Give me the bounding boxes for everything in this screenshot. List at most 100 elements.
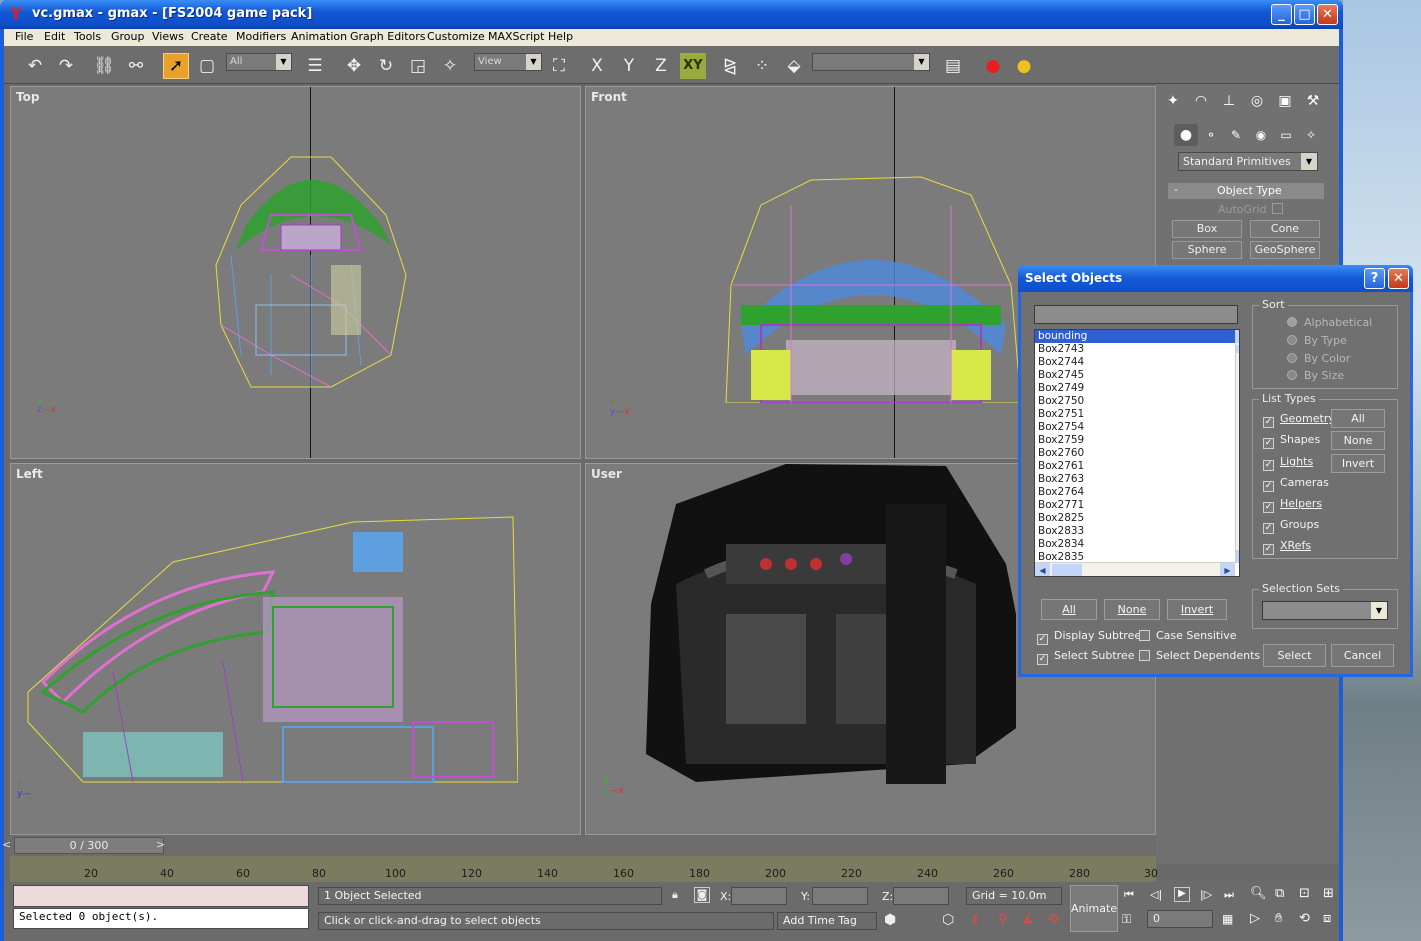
- menu-tools[interactable]: Tools: [74, 30, 101, 43]
- viewport-label-top[interactable]: Top: [16, 90, 39, 104]
- go-to-start-icon[interactable]: ⏮: [1124, 888, 1134, 902]
- menu-graph-editors[interactable]: Graph Editors: [350, 30, 426, 43]
- sphere-button[interactable]: Sphere: [1172, 241, 1242, 259]
- x-coord-input[interactable]: [731, 887, 787, 905]
- object-list-item[interactable]: bounding: [1035, 330, 1239, 343]
- title-bar[interactable]: Y vc.gmax - gmax - [FS2004 game pack] _ …: [0, 0, 1343, 29]
- sort-by-type-radio[interactable]: By Type: [1287, 334, 1347, 347]
- time-slider-next-icon[interactable]: >: [156, 838, 165, 851]
- modify-tab-icon[interactable]: ◠: [1189, 90, 1213, 112]
- groups-checkbox[interactable]: ✓ Groups: [1263, 518, 1319, 534]
- sort-alphabetical-radio[interactable]: Alphabetical: [1287, 316, 1372, 329]
- sort-by-color-radio[interactable]: By Color: [1287, 352, 1350, 365]
- menu-customize[interactable]: Customize: [427, 30, 485, 43]
- viewport-shading-icon[interactable]: ⬢: [884, 912, 896, 928]
- primitive-category-dropdown[interactable]: Standard Primitives ▼: [1178, 152, 1318, 171]
- mirror-icon[interactable]: ⧎: [717, 53, 743, 79]
- geosphere-button[interactable]: GeoSphere: [1250, 241, 1320, 259]
- list-invert-button[interactable]: Invert: [1167, 599, 1227, 620]
- dialog-help-button[interactable]: ?: [1364, 268, 1385, 289]
- key-filter-icon[interactable]: ⚷: [970, 912, 980, 927]
- previous-frame-icon[interactable]: ◁|: [1150, 888, 1162, 901]
- restrict-x-button[interactable]: X: [584, 53, 610, 79]
- maximize-viewport-icon[interactable]: ⧈: [1323, 911, 1331, 926]
- zoom-all-icon[interactable]: ⧉: [1275, 886, 1284, 901]
- zoom-extents-all-icon[interactable]: ⊞: [1323, 886, 1334, 901]
- absolute-mode-icon[interactable]: ◙: [694, 887, 710, 903]
- object-list-item[interactable]: Box2761: [1035, 460, 1239, 473]
- time-slider-track[interactable]: [10, 836, 1156, 856]
- list-all-button[interactable]: All: [1041, 599, 1097, 620]
- restrict-y-button[interactable]: Y: [616, 53, 642, 79]
- time-slider-prev-icon[interactable]: <: [2, 838, 11, 851]
- animate-button[interactable]: Animate: [1070, 885, 1118, 932]
- list-types-invert-button[interactable]: Invert: [1331, 454, 1385, 473]
- display-tab-icon[interactable]: ▣: [1273, 90, 1297, 112]
- time-config-icon[interactable]: ▦: [1222, 912, 1233, 926]
- display-subtree-checkbox[interactable]: ✓ Display Subtree: [1037, 629, 1141, 645]
- object-list-item[interactable]: Box2744: [1035, 356, 1239, 369]
- rectangular-selection-icon[interactable]: ▢: [194, 53, 220, 79]
- scroll-hthumb[interactable]: [1052, 564, 1082, 576]
- object-list-item[interactable]: Box2745: [1035, 369, 1239, 382]
- y-coord-input[interactable]: [812, 887, 868, 905]
- object-list-item[interactable]: Box2759: [1035, 434, 1239, 447]
- list-types-none-button[interactable]: None: [1331, 431, 1385, 450]
- object-list-item[interactable]: Box2833: [1035, 525, 1239, 538]
- list-none-button[interactable]: None: [1104, 599, 1160, 620]
- align-icon[interactable]: ⬙: [781, 53, 807, 79]
- track-bar[interactable]: 20 40 60 80 100 120 140 160 180 200 220 …: [10, 856, 1158, 882]
- restrict-z-button[interactable]: Z: [648, 53, 674, 79]
- unlink-selection-icon[interactable]: ⚯: [123, 53, 149, 79]
- viewport-label-left[interactable]: Left: [16, 467, 43, 481]
- scroll-left-icon[interactable]: ◀: [1035, 563, 1050, 576]
- dialog-close-button[interactable]: ✕: [1388, 268, 1409, 289]
- restrict-xy-button[interactable]: XY: [680, 53, 706, 79]
- layers-icon[interactable]: ▤: [940, 53, 966, 79]
- menu-animation[interactable]: Animation: [291, 30, 347, 43]
- reference-coordinate-dropdown[interactable]: View ▼: [474, 53, 542, 71]
- cone-button[interactable]: Cone: [1250, 220, 1320, 238]
- object-list-item[interactable]: Box2750: [1035, 395, 1239, 408]
- cameras-checkbox[interactable]: ✓ Cameras: [1263, 476, 1329, 492]
- select-and-rotate-icon[interactable]: ↻: [373, 53, 399, 79]
- angle-snap-icon[interactable]: ∡: [1022, 912, 1034, 927]
- object-list-horizontal-scrollbar[interactable]: ◀ ▶: [1035, 562, 1235, 576]
- dialog-title-bar[interactable]: Select Objects ? ✕: [1018, 265, 1413, 292]
- time-slider[interactable]: 0 / 300: [14, 837, 164, 854]
- object-list-item[interactable]: Box2754: [1035, 421, 1239, 434]
- lights-category-icon[interactable]: ✎: [1224, 124, 1248, 146]
- object-list-item[interactable]: Box2763: [1035, 473, 1239, 486]
- select-object-icon[interactable]: ➚: [163, 53, 189, 79]
- autogrid-checkbox[interactable]: [1272, 203, 1283, 214]
- create-tab-icon[interactable]: ✦: [1161, 90, 1185, 112]
- selection-sets-dropdown[interactable]: ▼: [1262, 601, 1388, 620]
- viewport-label-front[interactable]: Front: [591, 90, 627, 104]
- menu-maxscript[interactable]: MAXScript: [488, 30, 544, 43]
- object-list-item[interactable]: Box2749: [1035, 382, 1239, 395]
- sort-by-size-radio[interactable]: By Size: [1287, 369, 1344, 382]
- scroll-down-icon[interactable]: ▼: [1236, 550, 1239, 563]
- render-scene-icon[interactable]: ●: [980, 53, 1006, 79]
- array-icon[interactable]: ⁘: [749, 53, 775, 79]
- geometry-checkbox[interactable]: ✓ Geometry: [1263, 412, 1335, 428]
- geometry-category-icon[interactable]: ●: [1174, 124, 1198, 146]
- menu-help[interactable]: Help: [548, 30, 573, 43]
- select-and-scale-icon[interactable]: ◲: [405, 53, 431, 79]
- object-list-item[interactable]: Box2760: [1035, 447, 1239, 460]
- maximize-button[interactable]: □: [1294, 4, 1315, 25]
- play-icon[interactable]: ▶: [1174, 887, 1190, 902]
- go-to-end-icon[interactable]: ⏭: [1224, 888, 1234, 902]
- selection-filter-dropdown[interactable]: All ▼: [226, 53, 292, 71]
- menu-group[interactable]: Group: [111, 30, 145, 43]
- object-list[interactable]: bounding Box2743 Box2744 Box2745 Box2749 Box2…: [1034, 329, 1240, 577]
- object-list-item[interactable]: Box2751: [1035, 408, 1239, 421]
- select-subtree-checkbox[interactable]: ✓ Select Subtree: [1037, 649, 1135, 665]
- box-mode-icon[interactable]: ⬡: [942, 912, 954, 928]
- scroll-up-icon[interactable]: ▲: [1236, 330, 1239, 343]
- named-selection-dropdown[interactable]: ▼: [812, 53, 930, 71]
- zoom-extents-icon[interactable]: ⊡: [1299, 886, 1310, 901]
- spacewarps-category-icon[interactable]: ✧: [1299, 124, 1323, 146]
- menu-create[interactable]: Create: [191, 30, 228, 43]
- arc-rotate-icon[interactable]: ⟲: [1299, 911, 1310, 926]
